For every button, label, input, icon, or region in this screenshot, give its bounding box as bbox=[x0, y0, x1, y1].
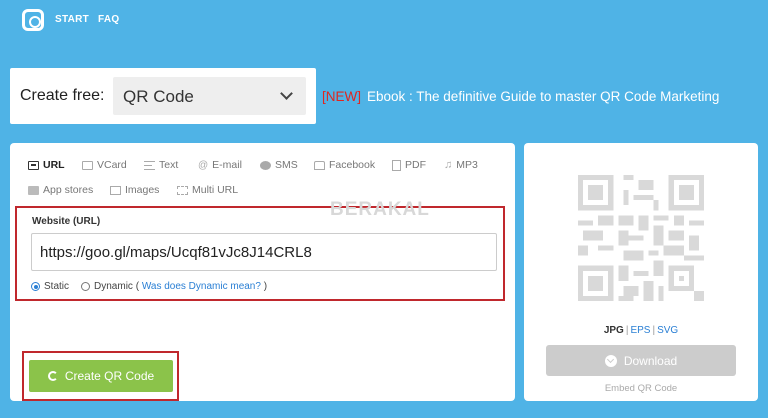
tab-images[interactable]: Images bbox=[110, 184, 159, 196]
tab-label: Multi URL bbox=[192, 184, 239, 196]
tab-sms[interactable]: SMS bbox=[260, 159, 298, 171]
mp3-icon: ♫ bbox=[444, 159, 453, 171]
tab-label: VCard bbox=[97, 159, 127, 171]
email-icon: @ bbox=[198, 159, 209, 171]
download-button[interactable]: Download bbox=[546, 345, 736, 376]
format-svg[interactable]: SVG bbox=[657, 325, 678, 336]
vcard-icon bbox=[82, 160, 93, 170]
facebook-icon bbox=[314, 160, 325, 170]
qr-type-value: QR Code bbox=[123, 87, 194, 106]
format-eps[interactable]: EPS bbox=[630, 325, 650, 336]
embed-qr-code-link[interactable]: Embed QR Code bbox=[524, 383, 758, 394]
dynamic-help-link[interactable]: Was does Dynamic mean? bbox=[142, 281, 261, 292]
download-label: Download bbox=[623, 353, 678, 368]
tab-label: App stores bbox=[43, 184, 94, 196]
tab-label: Text bbox=[159, 159, 179, 171]
multi-url-icon bbox=[177, 185, 188, 195]
download-icon bbox=[604, 354, 617, 367]
sms-icon bbox=[260, 160, 271, 170]
qr-preview-panel: JPG | EPS | SVG Download Embed QR Code bbox=[524, 143, 758, 401]
promo-text[interactable]: Ebook : The definitive Guide to master Q… bbox=[367, 89, 719, 104]
qr-type-select[interactable]: QR Code bbox=[113, 77, 306, 115]
dynamic-option[interactable]: Dynamic ( Was does Dynamic mean? ) bbox=[81, 281, 267, 292]
website-url-input[interactable] bbox=[31, 233, 497, 271]
tab-mp3[interactable]: ♫ MP3 bbox=[444, 159, 478, 171]
tab-facebook[interactable]: Facebook bbox=[314, 159, 375, 171]
watermark-text: BERAKAL bbox=[330, 199, 430, 220]
create-button-label: Create QR Code bbox=[64, 369, 155, 383]
refresh-icon bbox=[47, 371, 58, 381]
tab-label: Facebook bbox=[329, 159, 376, 171]
qr-mode-options: Static Dynamic ( Was does Dynamic mean? … bbox=[31, 281, 279, 292]
create-free-label: Create free: bbox=[20, 87, 105, 104]
text-icon bbox=[144, 160, 155, 170]
tab-vcard[interactable]: VCard bbox=[82, 159, 127, 171]
website-url-label: Website (URL) bbox=[32, 216, 101, 227]
format-separator: | bbox=[625, 325, 629, 336]
download-formats: JPG | EPS | SVG bbox=[524, 325, 758, 336]
nav-faq[interactable]: FAQ bbox=[98, 14, 119, 25]
static-option[interactable]: Static bbox=[31, 281, 69, 292]
tab-app-stores[interactable]: App stores bbox=[28, 184, 93, 196]
create-qr-code-button[interactable]: Create QR Code bbox=[29, 360, 173, 392]
tab-label: MP3 bbox=[456, 159, 478, 171]
chevron-down-icon bbox=[280, 87, 293, 100]
app-stores-icon bbox=[28, 185, 39, 195]
url-icon bbox=[28, 160, 39, 170]
tab-text[interactable]: Text bbox=[144, 159, 178, 171]
new-badge: [NEW] bbox=[322, 89, 361, 104]
format-separator: | bbox=[652, 325, 656, 336]
tab-multi-url[interactable]: Multi URL bbox=[177, 184, 238, 196]
tab-pdf[interactable]: PDF bbox=[392, 159, 426, 171]
tab-label: E-mail bbox=[212, 159, 242, 171]
tab-label: Images bbox=[125, 184, 160, 196]
create-free-box: Create free: QR Code bbox=[10, 68, 316, 124]
static-radio[interactable] bbox=[31, 282, 40, 291]
promo-banner[interactable]: [NEW] Ebook : The definitive Guide to mas… bbox=[322, 89, 719, 104]
dynamic-close-paren: ) bbox=[263, 281, 268, 292]
tab-email[interactable]: @ E-mail bbox=[198, 159, 242, 171]
tab-label: PDF bbox=[405, 159, 426, 171]
qr-code-preview bbox=[578, 175, 704, 301]
create-button-highlight: Create QR Code bbox=[22, 351, 179, 401]
tab-label: SMS bbox=[275, 159, 298, 171]
static-label: Static bbox=[44, 281, 70, 292]
tab-label: URL bbox=[43, 159, 65, 171]
dynamic-label: Dynamic ( bbox=[94, 281, 140, 292]
pdf-icon bbox=[392, 159, 401, 171]
url-form: Website (URL) Static Dynamic ( Was does … bbox=[15, 206, 505, 301]
images-icon bbox=[110, 185, 121, 195]
app-logo-icon[interactable] bbox=[22, 9, 44, 31]
format-jpg[interactable]: JPG bbox=[604, 325, 624, 336]
dynamic-radio[interactable] bbox=[81, 282, 91, 291]
tab-url[interactable]: URL bbox=[28, 159, 65, 171]
nav-start[interactable]: START bbox=[55, 14, 89, 25]
